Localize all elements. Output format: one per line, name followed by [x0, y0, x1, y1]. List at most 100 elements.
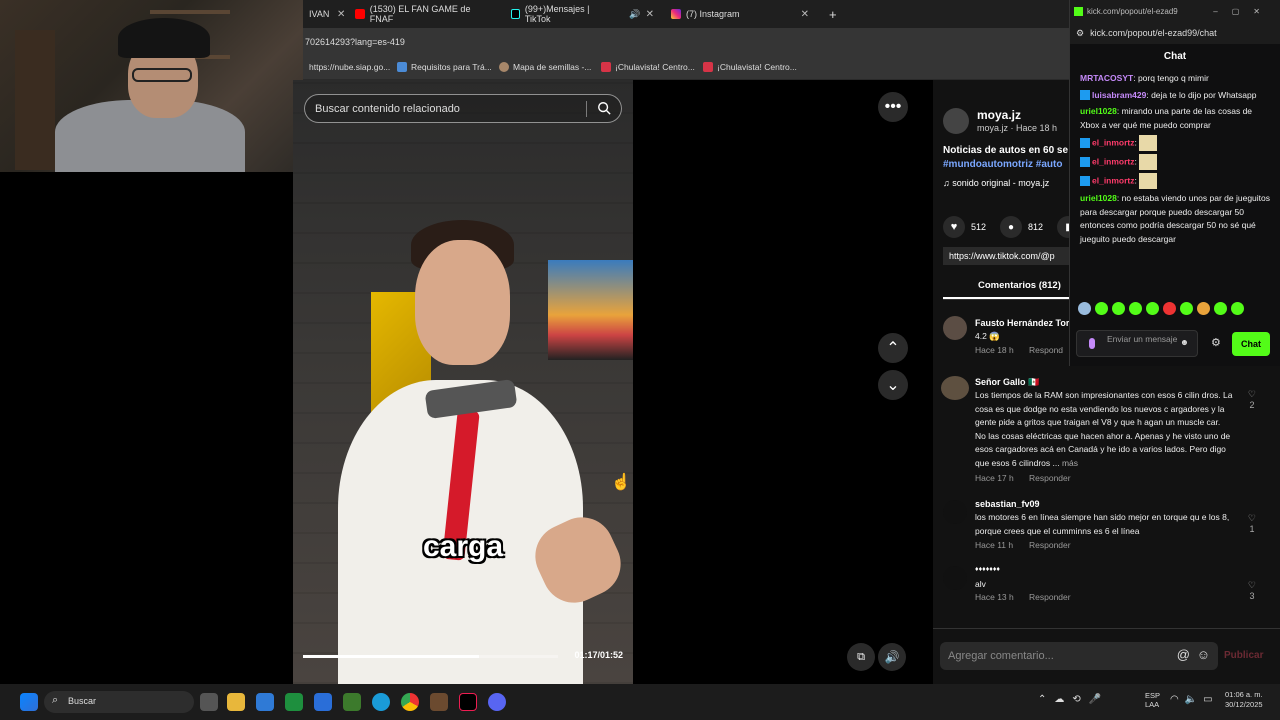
mention-icon[interactable]: @: [1177, 647, 1190, 662]
comment-author[interactable]: sebastian_fv09: [975, 499, 1040, 509]
edge-icon[interactable]: [372, 693, 390, 711]
emote-icon[interactable]: [1095, 302, 1108, 315]
search-icon[interactable]: [597, 101, 611, 115]
app-icon[interactable]: [314, 693, 332, 711]
bookmark-item[interactable]: Requisitos para Trá...: [397, 62, 492, 72]
avatar[interactable]: [943, 316, 967, 340]
app-icon[interactable]: [430, 693, 448, 711]
emote-icon[interactable]: [1112, 302, 1125, 315]
taskbar-search[interactable]: ⌕ Buscar: [44, 691, 194, 713]
emote-icon[interactable]: [1129, 302, 1142, 315]
author-avatar[interactable]: [943, 108, 969, 134]
microphone-icon[interactable]: [1089, 338, 1095, 349]
chat-username[interactable]: uriel1028: [1080, 193, 1117, 203]
settings-gear-icon[interactable]: ⚙: [1211, 336, 1221, 349]
address-bar[interactable]: 702614293?lang=es-419: [303, 28, 1070, 56]
emote-icon[interactable]: [1214, 302, 1227, 315]
reply-button[interactable]: Responder: [1029, 473, 1071, 483]
chat-username[interactable]: el_inmortz: [1092, 156, 1135, 166]
volume-icon[interactable]: 🔊: [878, 643, 906, 671]
heart-icon[interactable]: ♥: [943, 216, 965, 238]
video-player[interactable]: carga 01:17/01:52 ☝: [293, 80, 633, 684]
emote-icon[interactable]: [1078, 302, 1091, 315]
more-options-icon[interactable]: •••: [878, 92, 908, 122]
comment-like[interactable]: ♡ 2: [1248, 389, 1256, 410]
add-comment-input[interactable]: Agregar comentario... @ ☺: [940, 642, 1218, 670]
task-view-icon[interactable]: [200, 693, 218, 711]
progress-bar[interactable]: [303, 655, 558, 658]
tab-tiktok[interactable]: (99+)Mensajes | TikTok 🔊 ✕: [505, 4, 660, 24]
emote-icon[interactable]: [1163, 302, 1176, 315]
reply-button[interactable]: Respond: [1029, 345, 1063, 355]
tiktok-icon[interactable]: [459, 693, 477, 711]
tiktok-icon: [511, 9, 520, 19]
minecraft-icon[interactable]: [343, 693, 361, 711]
chevron-up-icon[interactable]: ⌃: [878, 333, 908, 363]
author-username[interactable]: moya.jz: [977, 108, 1021, 122]
progress-fill: [303, 655, 479, 658]
bookmark-icon: [703, 62, 713, 72]
tab-youtube[interactable]: (1530) EL FAN GAME de FNAF: [349, 4, 499, 24]
tab-comments[interactable]: Comentarios (812): [978, 280, 1061, 291]
tab-instagram[interactable]: (7) Instagram ✕: [665, 4, 815, 24]
chat-message-input[interactable]: Enviar un mensaje ☻: [1076, 330, 1198, 357]
reply-button[interactable]: Responder: [1029, 592, 1071, 602]
comment-like[interactable]: ♡ 3: [1248, 580, 1256, 601]
heart-outline-icon: ♡: [1247, 513, 1256, 523]
video-hashtags[interactable]: #mundoautomotriz #auto: [943, 159, 1062, 170]
discord-icon[interactable]: [488, 693, 506, 711]
chat-username[interactable]: el_inmortz: [1092, 175, 1135, 185]
sound-link[interactable]: ♫ sonido original - moya.jz: [943, 178, 1049, 188]
comment-author[interactable]: ♦♦♦♦♦♦♦: [975, 566, 1000, 573]
taskbar-search-label: Buscar: [68, 696, 97, 706]
store-icon[interactable]: [256, 693, 274, 711]
kick-icon: [1074, 6, 1083, 16]
copy-link-field[interactable]: https://www.tiktok.com/@p: [943, 247, 1071, 265]
close-icon[interactable]: ✕: [646, 9, 654, 20]
chevron-down-icon[interactable]: ⌄: [878, 370, 908, 400]
chat-send-button[interactable]: Chat: [1232, 332, 1270, 356]
bookmark-item[interactable]: https://nube.siap.go...: [309, 62, 390, 72]
chrome-icon[interactable]: [401, 693, 419, 711]
chat-username[interactable]: MRTACOSYT: [1080, 73, 1133, 83]
file-explorer-icon[interactable]: [227, 693, 245, 711]
close-icon[interactable]: ✕: [801, 9, 809, 20]
publish-button[interactable]: Publicar: [1224, 650, 1263, 661]
bookmark-item[interactable]: ¡Chulavista! Centro...: [703, 62, 797, 72]
webcam-overlay: [0, 0, 303, 172]
emoji-icon[interactable]: ☻: [1180, 337, 1189, 347]
chat-username[interactable]: uriel1028: [1080, 106, 1117, 116]
windows-start-icon[interactable]: [20, 693, 38, 711]
language-indicator[interactable]: ESP LAA: [1145, 691, 1160, 709]
window-controls[interactable]: –▢✕: [1213, 7, 1280, 16]
more-link[interactable]: más: [1062, 458, 1078, 468]
emoji-icon[interactable]: ☺: [1197, 647, 1210, 662]
emote-icon[interactable]: [1197, 302, 1210, 315]
comment-icon[interactable]: ●: [1000, 216, 1023, 238]
comment-author[interactable]: Señor Gallo 🇲🇽: [975, 377, 1039, 388]
chat-username[interactable]: el_inmortz: [1092, 137, 1135, 147]
emote-icon[interactable]: [1231, 302, 1244, 315]
avatar[interactable]: [943, 566, 967, 590]
site-info-icon[interactable]: ⚙: [1076, 28, 1084, 39]
reply-button[interactable]: Responder: [1029, 540, 1071, 550]
comment-like[interactable]: ♡ 1: [1248, 513, 1256, 534]
bookmark-item[interactable]: Mapa de semillas -...: [499, 62, 591, 72]
xbox-icon[interactable]: [285, 693, 303, 711]
comment-author[interactable]: Fausto Hernández Tor: [975, 318, 1069, 328]
chat-username[interactable]: luisabram429: [1092, 90, 1146, 100]
avatar[interactable]: [943, 500, 967, 524]
bookmark-item[interactable]: ¡Chulavista! Centro...: [601, 62, 695, 72]
network-volume-battery-icons[interactable]: ◠🔈▭: [1170, 694, 1219, 705]
taskbar-clock[interactable]: 01:06 a. m. 30/12/2025: [1225, 690, 1263, 710]
emote-icon[interactable]: [1146, 302, 1159, 315]
search-input[interactable]: Buscar contenido relacionado: [304, 94, 622, 123]
tab-label: IVAN: [309, 9, 330, 19]
system-tray-icons[interactable]: ⌃☁⟲🎤: [1038, 694, 1109, 705]
emote-icon[interactable]: [1180, 302, 1193, 315]
popup-address-bar[interactable]: ⚙ kick.com/popout/el-ezad99/chat: [1070, 22, 1280, 44]
miniplayer-icon[interactable]: ⧉: [847, 643, 875, 671]
avatar[interactable]: [941, 376, 969, 400]
chat-message: el_inmortz:: [1080, 173, 1272, 189]
new-tab-button[interactable]: +: [823, 4, 843, 24]
